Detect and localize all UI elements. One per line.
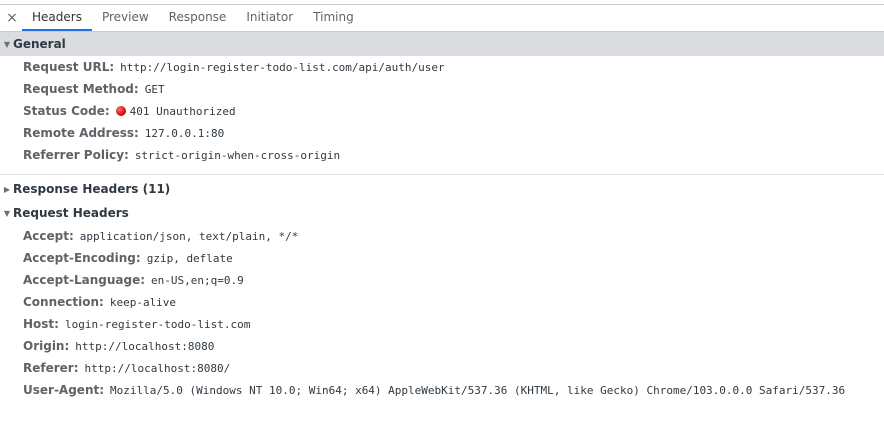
tab-timing[interactable]: Timing bbox=[303, 5, 364, 31]
general-row-remote-address: Remote Address: 127.0.0.1:80 bbox=[0, 122, 884, 144]
row-value: strict-origin-when-cross-origin bbox=[134, 148, 341, 162]
row-value: 127.0.0.1:80 bbox=[144, 126, 225, 140]
request-headers-rows: Accept: application/json, text/plain, */… bbox=[0, 225, 884, 407]
row-key: Referrer Policy: bbox=[23, 148, 129, 162]
status-error-dot-icon bbox=[115, 106, 126, 116]
request-header-row: Host: login-register-todo-list.com bbox=[0, 313, 884, 335]
general-row-status-code: Status Code: 401 Unauthorized bbox=[0, 100, 884, 122]
request-header-row: Accept-Encoding: gzip, deflate bbox=[0, 247, 884, 269]
tab-initiator[interactable]: Initiator bbox=[236, 5, 303, 31]
response-headers-title: Response Headers (11) bbox=[13, 182, 171, 196]
general-row-referrer-policy: Referrer Policy: strict-origin-when-cros… bbox=[0, 144, 884, 166]
tab-preview[interactable]: Preview bbox=[92, 5, 159, 31]
row-key: Accept-Encoding: bbox=[23, 251, 141, 265]
row-value: GET bbox=[144, 82, 165, 96]
row-value: http://localhost:8080 bbox=[75, 339, 215, 353]
row-key: Status Code: bbox=[23, 104, 110, 118]
general-section-title: General bbox=[13, 37, 66, 51]
request-header-row: Connection: keep-alive bbox=[0, 291, 884, 313]
request-headers-section-header[interactable]: ▼ Request Headers bbox=[0, 201, 884, 225]
row-key: Host: bbox=[23, 317, 59, 331]
tab-response[interactable]: Response bbox=[159, 5, 237, 31]
row-value: http://localhost:8080/ bbox=[84, 361, 231, 375]
request-header-row: User-Agent: Mozilla/5.0 (Windows NT 10.0… bbox=[0, 379, 884, 401]
row-value: login-register-todo-list.com bbox=[64, 317, 251, 331]
general-row-request-method: Request Method: GET bbox=[0, 78, 884, 100]
row-key: Connection: bbox=[23, 295, 104, 309]
request-headers-title: Request Headers bbox=[13, 206, 129, 220]
request-header-row: Referer: http://localhost:8080/ bbox=[0, 357, 884, 379]
row-key: Accept-Language: bbox=[23, 273, 146, 287]
general-rows: Request URL: http://login-register-todo-… bbox=[0, 56, 884, 172]
request-header-row: Accept-Language: en-US,en;q=0.9 bbox=[0, 269, 884, 291]
general-row-request-url: Request URL: http://login-register-todo-… bbox=[0, 56, 884, 78]
row-key: Remote Address: bbox=[23, 126, 139, 140]
row-value: en-US,en;q=0.9 bbox=[151, 273, 244, 287]
close-icon[interactable]: × bbox=[0, 5, 22, 31]
row-key: Request Method: bbox=[23, 82, 139, 96]
request-header-row: Origin: http://localhost:8080 bbox=[0, 335, 884, 357]
row-key: Accept: bbox=[23, 229, 74, 243]
collapsed-triangle-icon: ▶ bbox=[3, 184, 11, 194]
row-key: Referer: bbox=[23, 361, 79, 375]
row-key: Request URL: bbox=[23, 60, 115, 74]
expanded-triangle-icon: ▼ bbox=[3, 208, 11, 218]
section-divider bbox=[0, 174, 884, 175]
row-value: 401 Unauthorized bbox=[129, 104, 236, 118]
row-key: User-Agent: bbox=[23, 383, 105, 397]
row-value: keep-alive bbox=[109, 295, 177, 309]
detail-tab-bar: × Headers Preview Response Initiator Tim… bbox=[0, 5, 884, 32]
row-key: Origin: bbox=[23, 339, 70, 353]
tab-headers[interactable]: Headers bbox=[22, 5, 92, 31]
request-header-row: Accept: application/json, text/plain, */… bbox=[0, 225, 884, 247]
row-value: application/json, text/plain, */* bbox=[79, 229, 299, 243]
general-section-header[interactable]: ▼ General bbox=[0, 32, 884, 56]
expanded-triangle-icon: ▼ bbox=[3, 39, 11, 49]
row-value: Mozilla/5.0 (Windows NT 10.0; Win64; x64… bbox=[110, 383, 846, 397]
response-headers-section-header[interactable]: ▶ Response Headers (11) bbox=[0, 177, 884, 201]
row-value: http://login-register-todo-list.com/api/… bbox=[120, 60, 445, 74]
row-value: gzip, deflate bbox=[146, 251, 233, 265]
